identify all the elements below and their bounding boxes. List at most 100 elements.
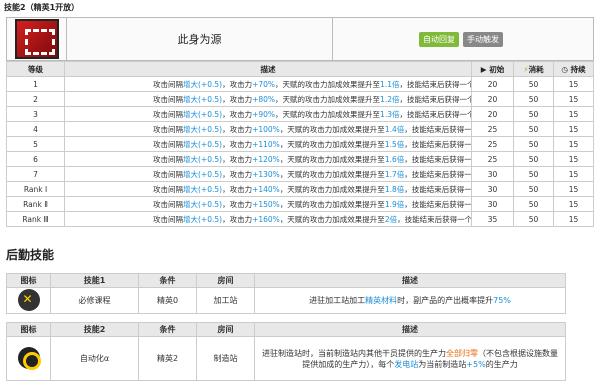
course-icon — [17, 288, 40, 311]
logistics-title: 后勤技能 — [6, 248, 55, 262]
auto-recover-tag: 自动回复 — [419, 31, 459, 47]
level-row: 4 攻击间隔增大(+0.5)，攻击力+100%，天赋的攻击力加成效果提升至1.4倍… — [6, 121, 594, 137]
level-desc: 攻击间隔增大(+0.5)，攻击力+90%，天赋的攻击力加成效果提升至1.3倍，技… — [64, 106, 472, 122]
init-cell: 30 — [471, 166, 514, 182]
cost-cell: 50 — [513, 181, 554, 197]
base-skill-table-2: 图标 技能2 条件 房间 描述 自动化α 精英2 制造站 进驻制造站时，当前制造… — [6, 322, 566, 381]
bs2-room: 制造站 — [196, 336, 255, 381]
header-duration: ◷ 持续 — [553, 61, 594, 77]
level-cell: Rank Ⅲ — [6, 211, 65, 227]
duration-cell: 15 — [553, 121, 594, 137]
init-cell: 30 — [471, 181, 514, 197]
bs1-header-skill: 技能1 — [50, 273, 139, 288]
skill-header: 此身为源 自动回复 手动触发 — [6, 17, 594, 61]
manual-trigger-tag: 手动触发 — [463, 31, 503, 47]
init-cell: 25 — [471, 121, 514, 137]
level-row: 1 攻击间隔增大(+0.5)，攻击力+70%，天赋的攻击力加成效果提升至1.1倍，… — [6, 76, 594, 92]
header-level: 等级 — [6, 61, 65, 77]
level-cell: 3 — [6, 106, 65, 122]
level-row: Rank Ⅰ 攻击间隔增大(+0.5)，攻击力+140%，天赋的攻击力加成效果提升… — [6, 181, 594, 197]
cost-cell: 50 — [513, 196, 554, 212]
skill-icon — [14, 19, 59, 59]
clock-icon: ◷ — [561, 64, 568, 74]
bs1-header-icon: 图标 — [6, 273, 51, 288]
level-row: 2 攻击间隔增大(+0.5)，攻击力+80%，天赋的攻击力加成效果提升至1.2倍，… — [6, 91, 594, 107]
skill-level-table: 等级 描述 ▶ 初始 ⚡消耗 ◷ 持续 1 攻击间隔增大(+0.5)，攻击力+70… — [6, 61, 594, 227]
level-row: 5 攻击间隔增大(+0.5)，攻击力+110%，天赋的攻击力加成效果提升至1.5倍… — [6, 136, 594, 152]
bs2-desc: 进驻制造站时，当前制造站内其他干员提供的生产力全部归零（不包含根据设施数量提供加… — [254, 336, 566, 381]
duration-cell: 15 — [553, 151, 594, 167]
init-cell: 20 — [471, 91, 514, 107]
cost-cell: 50 — [513, 76, 554, 92]
cost-cell: 50 — [513, 106, 554, 122]
init-cell: 25 — [471, 151, 514, 167]
level-desc: 攻击间隔增大(+0.5)，攻击力+70%，天赋的攻击力加成效果提升至1.1倍，技… — [64, 76, 472, 92]
level-cell: 5 — [6, 136, 65, 152]
level-row: Rank Ⅲ 攻击间隔增大(+0.5)，攻击力+160%，天赋的攻击力加成效果提升… — [6, 211, 594, 227]
bs2-cond: 精英2 — [138, 336, 197, 381]
init-cell: 35 — [471, 211, 514, 227]
level-desc: 攻击间隔增大(+0.5)，攻击力+80%，天赋的攻击力加成效果提升至1.2倍，技… — [64, 91, 472, 107]
level-desc: 攻击间隔增大(+0.5)，攻击力+140%，天赋的攻击力加成效果提升至1.8倍，… — [64, 181, 472, 197]
init-cell: 25 — [471, 136, 514, 152]
play-icon: ▶ — [480, 64, 487, 74]
duration-cell: 15 — [553, 196, 594, 212]
duration-cell: 15 — [553, 166, 594, 182]
level-desc: 攻击间隔增大(+0.5)，攻击力+150%，天赋的攻击力加成效果提升至1.9倍，… — [64, 196, 472, 212]
level-row: 6 攻击间隔增大(+0.5)，攻击力+120%，天赋的攻击力加成效果提升至1.6倍… — [6, 151, 594, 167]
level-cell: 1 — [6, 76, 65, 92]
cost-cell: 50 — [513, 151, 554, 167]
duration-cell: 15 — [553, 91, 594, 107]
level-cell: 2 — [6, 91, 65, 107]
duration-cell: 15 — [553, 106, 594, 122]
level-desc: 攻击间隔增大(+0.5)，攻击力+120%，天赋的攻击力加成效果提升至1.6倍，… — [64, 151, 472, 167]
base-skill-table-1: 图标 技能1 条件 房间 描述 必修课程 精英0 加工站 进驻加工站加工精英材料… — [6, 273, 566, 314]
cost-cell: 50 — [513, 211, 554, 227]
bs2-header-room: 房间 — [196, 322, 255, 337]
bs1-cond: 精英0 — [138, 287, 197, 314]
bs1-desc: 进驻加工站加工精英材料时，副产品的产出概率提升75% — [254, 287, 566, 314]
level-desc: 攻击间隔增大(+0.5)，攻击力+110%，天赋的攻击力加成效果提升至1.5倍，… — [64, 136, 472, 152]
duration-cell: 15 — [553, 181, 594, 197]
init-cell: 30 — [471, 196, 514, 212]
duration-cell: 15 — [553, 76, 594, 92]
init-cell: 20 — [471, 106, 514, 122]
level-row: 7 攻击间隔增大(+0.5)，攻击力+130%，天赋的攻击力加成效果提升至1.7倍… — [6, 166, 594, 182]
header-cost: ⚡消耗 — [513, 61, 554, 77]
bs1-header-room: 房间 — [196, 273, 255, 288]
level-cell: Rank Ⅱ — [6, 196, 65, 212]
skill-icon-cell — [7, 18, 67, 60]
duration-cell: 15 — [553, 136, 594, 152]
skill-name: 此身为源 — [67, 18, 333, 60]
bs1-room: 加工站 — [196, 287, 255, 314]
cost-cell: 50 — [513, 136, 554, 152]
bs1-skill: 必修课程 — [50, 287, 139, 314]
skill-title: 技能2（精英1开放） — [4, 3, 80, 12]
bs2-icon-cell — [6, 336, 51, 381]
init-cell: 20 — [471, 76, 514, 92]
header-init: ▶ 初始 — [471, 61, 514, 77]
bs2-header-desc: 描述 — [254, 322, 566, 337]
bs2-header-skill: 技能2 — [50, 322, 139, 337]
automation-icon — [17, 346, 41, 370]
cost-cell: 50 — [513, 121, 554, 137]
cost-cell: 50 — [513, 91, 554, 107]
header-desc: 描述 — [64, 61, 472, 77]
bs2-skill: 自动化α — [50, 336, 139, 381]
duration-cell: 15 — [553, 211, 594, 227]
level-desc: 攻击间隔增大(+0.5)，攻击力+130%，天赋的攻击力加成效果提升至1.7倍，… — [64, 166, 472, 182]
bs1-icon-cell — [6, 287, 51, 314]
level-desc: 攻击间隔增大(+0.5)，攻击力+160%，天赋的攻击力加成效果提升至2倍，技能… — [64, 211, 472, 227]
skill-tags: 自动回复 手动触发 — [333, 18, 593, 60]
level-desc: 攻击间隔增大(+0.5)，攻击力+100%，天赋的攻击力加成效果提升至1.4倍，… — [64, 121, 472, 137]
level-cell: Rank Ⅰ — [6, 181, 65, 197]
level-cell: 4 — [6, 121, 65, 137]
bs1-header-desc: 描述 — [254, 273, 566, 288]
level-cell: 6 — [6, 151, 65, 167]
bs2-header-icon: 图标 — [6, 322, 51, 337]
level-cell: 7 — [6, 166, 65, 182]
level-row: Rank Ⅱ 攻击间隔增大(+0.5)，攻击力+150%，天赋的攻击力加成效果提升… — [6, 196, 594, 212]
bs1-header-cond: 条件 — [138, 273, 197, 288]
level-row: 3 攻击间隔增大(+0.5)，攻击力+90%，天赋的攻击力加成效果提升至1.3倍，… — [6, 106, 594, 122]
cost-cell: 50 — [513, 166, 554, 182]
